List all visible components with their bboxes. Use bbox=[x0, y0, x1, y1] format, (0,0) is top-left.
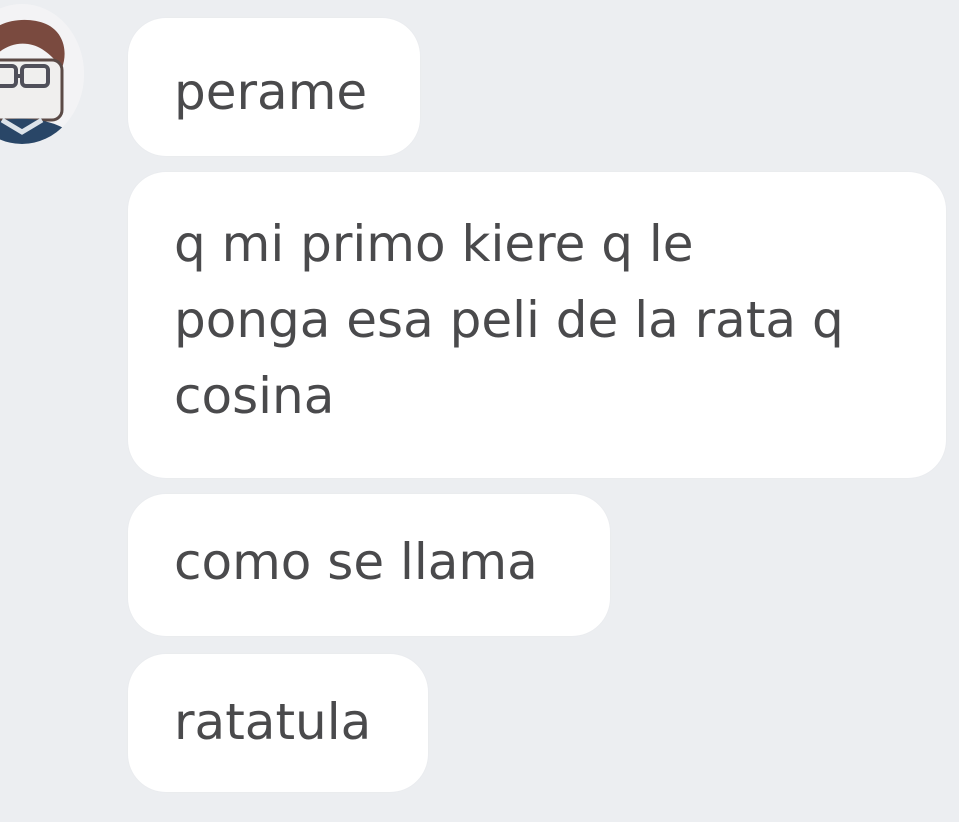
chat-thread: perame q mi primo kiere q le ponga esa p… bbox=[0, 0, 959, 822]
message-bubble[interactable]: como se llama bbox=[128, 494, 610, 636]
message-text: ratatula bbox=[174, 693, 372, 751]
avatar-illustration bbox=[0, 4, 84, 144]
message-bubble[interactable]: perame bbox=[128, 18, 420, 156]
message-text: perame bbox=[174, 63, 368, 121]
message-bubble[interactable]: ratatula bbox=[128, 654, 428, 792]
message-text: como se llama bbox=[174, 533, 538, 591]
user-avatar-icon[interactable] bbox=[0, 4, 84, 144]
message-text: q mi primo kiere q le ponga esa peli de … bbox=[174, 215, 844, 425]
message-bubble[interactable]: q mi primo kiere q le ponga esa peli de … bbox=[128, 172, 946, 478]
